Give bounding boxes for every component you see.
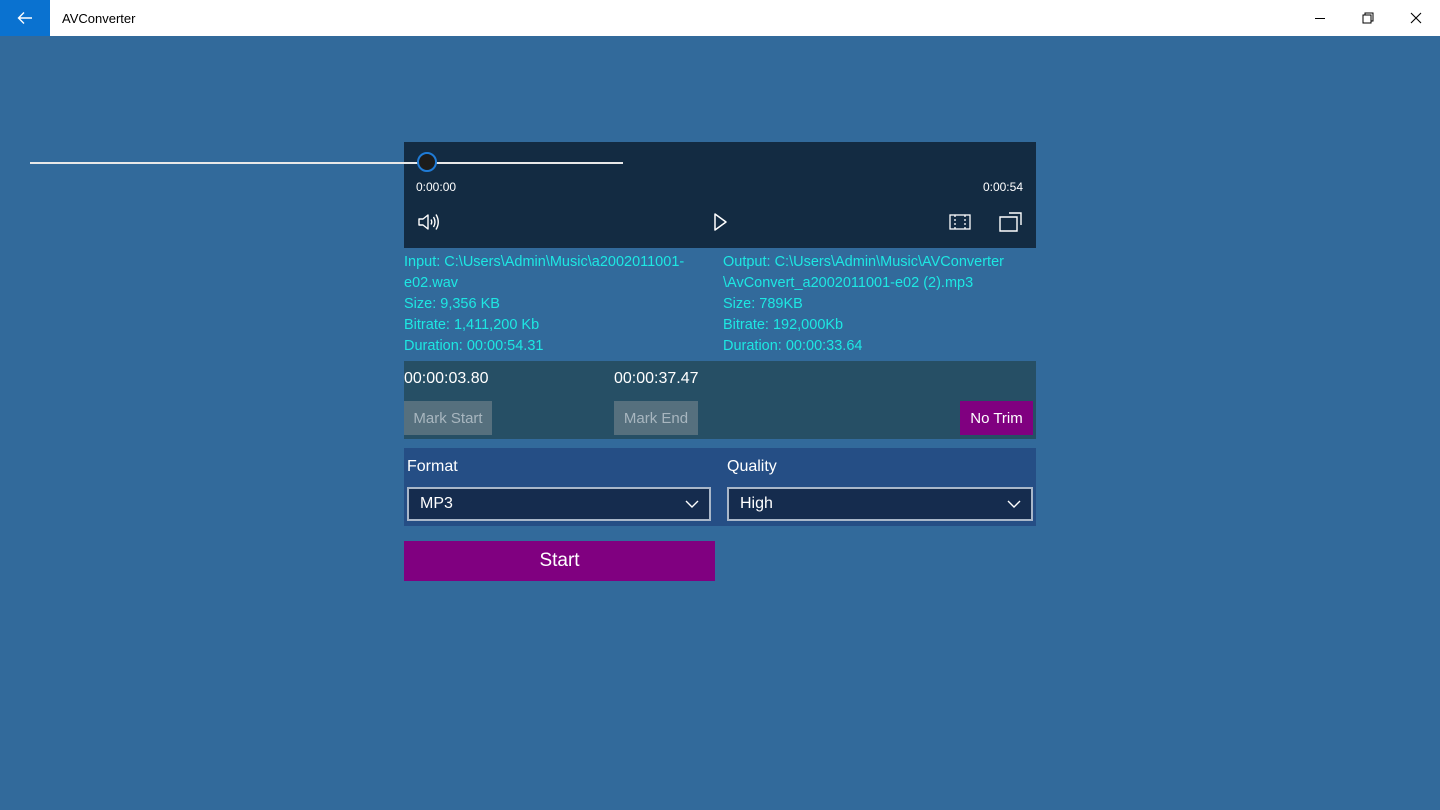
close-icon — [1410, 12, 1422, 24]
input-duration: Duration: 00:00:54.31 — [404, 338, 544, 354]
input-path-cont: e02.wav — [404, 275, 459, 291]
aspect-ratio-icon — [949, 214, 971, 230]
aspect-ratio-button[interactable] — [947, 210, 973, 234]
mark-start-button[interactable]: Mark Start — [404, 401, 492, 435]
output-size: Size: 789KB — [723, 296, 803, 312]
app-title: AVConverter — [62, 10, 136, 26]
format-selected: MP3 — [420, 495, 453, 512]
output-path: Output: C:\Users\Admin\Music\AVConverter — [723, 254, 1004, 270]
chevron-down-icon — [1007, 500, 1021, 508]
quality-dropdown[interactable]: High — [727, 487, 1033, 521]
play-icon — [714, 213, 727, 231]
minimize-button[interactable] — [1296, 0, 1344, 36]
mark-end-button[interactable]: Mark End — [614, 401, 698, 435]
output-duration: Duration: 00:00:33.64 — [723, 338, 863, 354]
trim-start-time: 00:00:03.80 — [404, 370, 489, 387]
current-time: 0:00:00 — [416, 180, 457, 194]
total-time: 0:00:54 — [982, 180, 1023, 194]
cast-icon — [999, 212, 1022, 232]
restore-button[interactable] — [1344, 0, 1392, 36]
play-button[interactable] — [707, 210, 733, 234]
trim-end-time: 00:00:37.47 — [614, 370, 699, 387]
input-path: Input: C:\Users\Admin\Music\a2002011001- — [404, 254, 685, 270]
format-label: Format — [407, 458, 458, 475]
back-button[interactable] — [0, 0, 50, 36]
window-controls — [1296, 0, 1440, 36]
no-trim-button[interactable]: No Trim — [960, 401, 1033, 435]
restore-icon — [1362, 12, 1374, 24]
quality-selected: High — [740, 495, 773, 512]
format-dropdown[interactable]: MP3 — [407, 487, 711, 521]
output-info: Output: C:\Users\Admin\Music\AVConverter… — [723, 252, 1033, 357]
input-bitrate: Bitrate: 1,411,200 Kb — [404, 317, 540, 333]
trim-panel — [404, 361, 1036, 439]
cast-button[interactable] — [997, 210, 1023, 234]
chevron-down-icon — [685, 500, 699, 508]
title-bar: AVConverter — [0, 0, 1440, 36]
start-button[interactable]: Start — [404, 541, 715, 581]
input-info: Input: C:\Users\Admin\Music\a2002011001-… — [404, 252, 704, 357]
input-size: Size: 9,356 KB — [404, 296, 500, 312]
output-bitrate: Bitrate: 192,000Kb — [723, 317, 844, 333]
volume-icon — [418, 214, 439, 230]
output-path-cont: \AvConvert_a2002011001-e02 (2).mp3 — [723, 275, 974, 291]
seek-bar[interactable] — [30, 162, 623, 164]
back-arrow-icon — [17, 12, 32, 24]
seek-thumb[interactable] — [417, 152, 437, 172]
volume-button[interactable] — [416, 210, 442, 234]
quality-label: Quality — [727, 458, 777, 475]
close-button[interactable] — [1392, 0, 1440, 36]
minimize-icon — [1315, 18, 1325, 19]
